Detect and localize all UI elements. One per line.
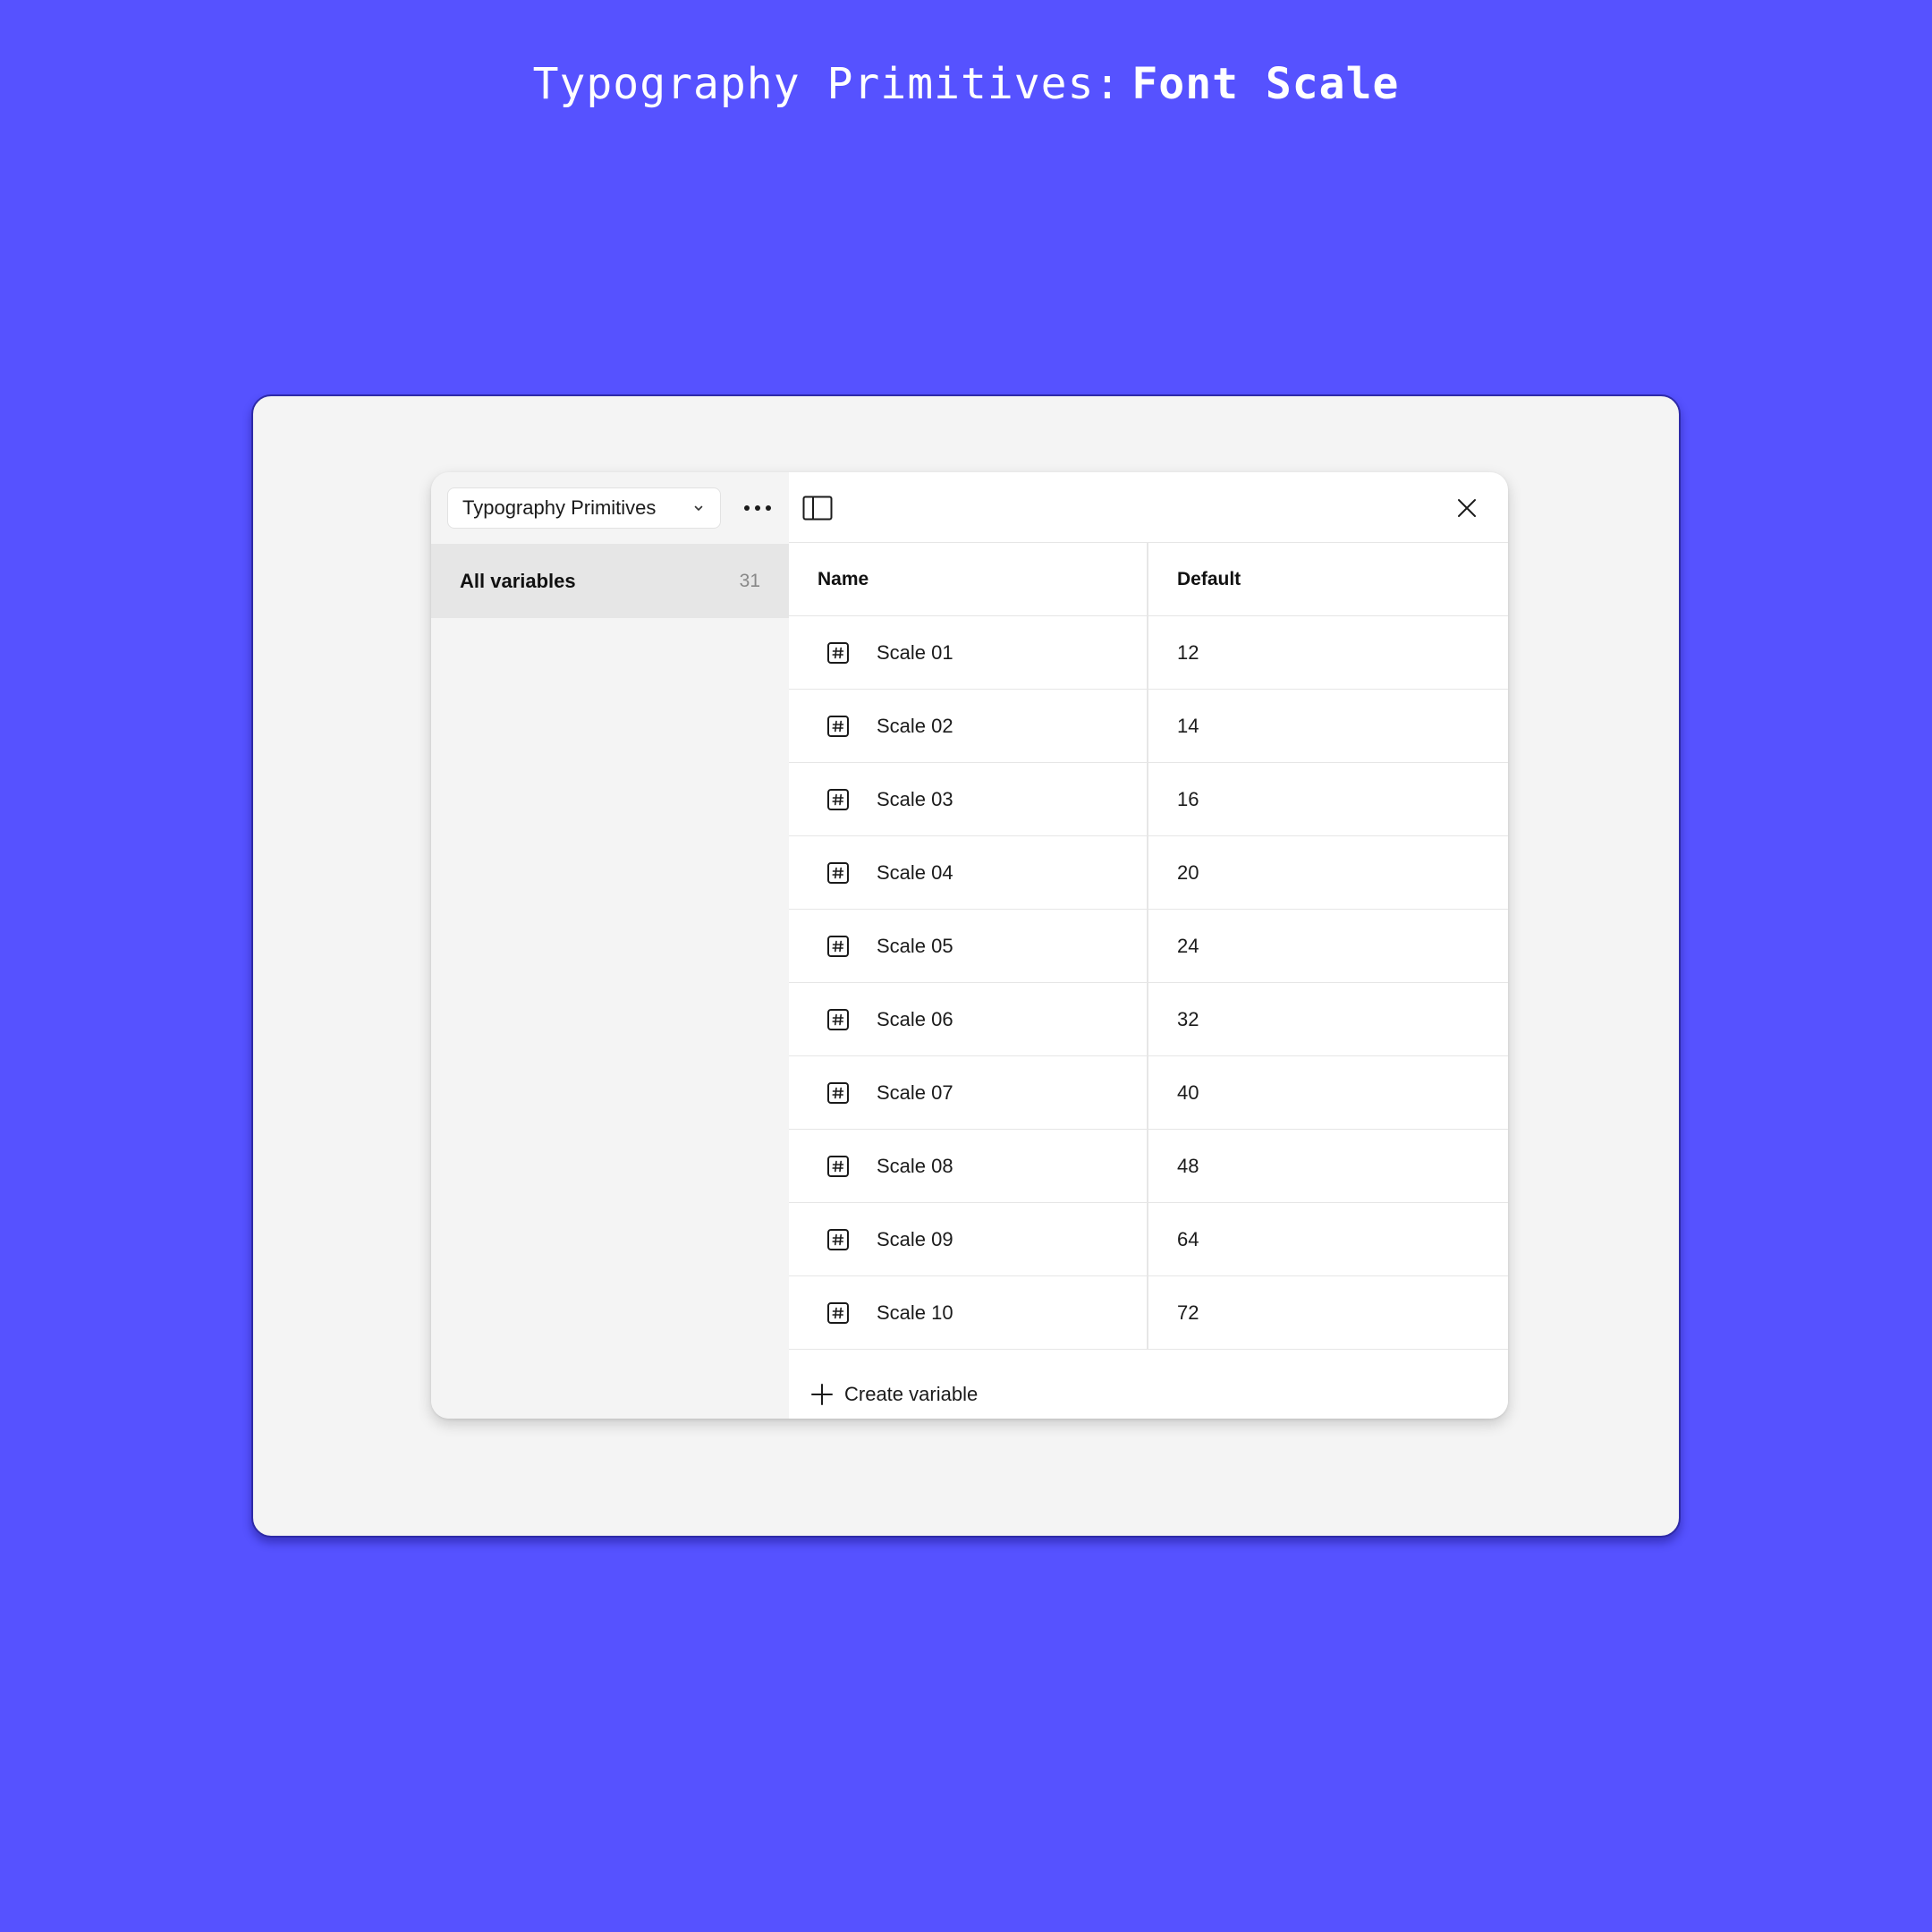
number-variable-icon bbox=[827, 935, 849, 957]
plus-icon bbox=[811, 1383, 833, 1405]
variable-name-cell[interactable]: Scale 05 bbox=[789, 910, 1148, 982]
variable-name-cell[interactable]: Scale 03 bbox=[789, 763, 1148, 835]
variable-value-cell[interactable]: 24 bbox=[1148, 910, 1508, 982]
variable-value-cell[interactable]: 40 bbox=[1148, 1056, 1508, 1129]
variables-panel: Typography Primitives All variables 31 N… bbox=[431, 472, 1508, 1419]
page-title: Typography Primitives: Font Scale bbox=[0, 59, 1932, 109]
number-variable-icon bbox=[827, 1301, 849, 1324]
more-horizontal-icon bbox=[744, 505, 771, 511]
create-variable-label: Create variable bbox=[844, 1382, 979, 1405]
number-variable-icon bbox=[827, 1008, 849, 1030]
table-row[interactable]: Scale 01 12 bbox=[789, 616, 1508, 690]
variable-name-cell[interactable]: Scale 09 bbox=[789, 1203, 1148, 1275]
collection-select[interactable]: Typography Primitives bbox=[447, 487, 721, 529]
number-variable-icon bbox=[827, 861, 849, 884]
variable-name: Scale 06 bbox=[877, 1007, 953, 1030]
create-variable-button[interactable]: Create variable bbox=[789, 1369, 1508, 1419]
table-row[interactable]: Scale 04 20 bbox=[789, 836, 1508, 910]
toolbar bbox=[789, 472, 1508, 543]
group-label: All variables bbox=[460, 569, 576, 592]
table-row[interactable]: Scale 06 32 bbox=[789, 983, 1508, 1056]
variable-value: 24 bbox=[1177, 934, 1199, 957]
close-button[interactable] bbox=[1451, 492, 1483, 524]
variable-name-cell[interactable]: Scale 01 bbox=[789, 616, 1148, 689]
variable-value: 72 bbox=[1177, 1301, 1199, 1324]
variable-name: Scale 03 bbox=[877, 787, 953, 810]
number-variable-icon bbox=[827, 1155, 849, 1177]
table-row[interactable]: Scale 05 24 bbox=[789, 910, 1508, 983]
variable-name: Scale 04 bbox=[877, 860, 953, 884]
variable-name-cell[interactable]: Scale 02 bbox=[789, 690, 1148, 762]
sidebar-panel-icon bbox=[802, 496, 833, 521]
variable-name-cell[interactable]: Scale 10 bbox=[789, 1276, 1148, 1349]
variable-value-cell[interactable]: 32 bbox=[1148, 983, 1508, 1055]
variables-table: Name Default Scale 01 12 Scale 02 14 Sca… bbox=[789, 543, 1508, 1350]
variable-value-cell[interactable]: 48 bbox=[1148, 1130, 1508, 1202]
collection-select-label: Typography Primitives bbox=[462, 496, 657, 519]
number-variable-icon bbox=[827, 1081, 849, 1104]
variable-name: Scale 02 bbox=[877, 714, 953, 737]
page-title-scale: Font Scale bbox=[1131, 59, 1400, 109]
more-options-button[interactable] bbox=[740, 490, 775, 526]
sidebar-item-all-variables[interactable]: All variables 31 bbox=[431, 544, 789, 618]
column-header-default[interactable]: Default bbox=[1148, 543, 1508, 615]
table-row[interactable]: Scale 03 16 bbox=[789, 763, 1508, 836]
variable-value: 40 bbox=[1177, 1080, 1199, 1104]
number-variable-icon bbox=[827, 1228, 849, 1250]
variable-name: Scale 05 bbox=[877, 934, 953, 957]
page-title-separator: : bbox=[1094, 59, 1122, 109]
variable-value: 64 bbox=[1177, 1227, 1199, 1250]
variable-value: 16 bbox=[1177, 787, 1199, 810]
variable-value-cell[interactable]: 14 bbox=[1148, 690, 1508, 762]
number-variable-icon bbox=[827, 641, 849, 664]
variable-name: Scale 08 bbox=[877, 1154, 953, 1177]
variable-value-cell[interactable]: 72 bbox=[1148, 1276, 1508, 1349]
variable-value: 12 bbox=[1177, 640, 1199, 664]
variable-value: 14 bbox=[1177, 714, 1199, 737]
variable-name-cell[interactable]: Scale 08 bbox=[789, 1130, 1148, 1202]
chevron-down-icon bbox=[694, 505, 703, 511]
variable-value-cell[interactable]: 64 bbox=[1148, 1203, 1508, 1275]
collections-sidebar: Typography Primitives All variables 31 bbox=[431, 472, 789, 1419]
variables-main: Name Default Scale 01 12 Scale 02 14 Sca… bbox=[789, 472, 1508, 1419]
variable-value: 32 bbox=[1177, 1007, 1199, 1030]
table-header: Name Default bbox=[789, 543, 1508, 616]
group-count: 31 bbox=[739, 570, 760, 591]
variable-name: Scale 07 bbox=[877, 1080, 953, 1104]
page-title-collection: Typography Primitives bbox=[532, 59, 1095, 109]
close-icon bbox=[1458, 499, 1476, 517]
table-row[interactable]: Scale 10 72 bbox=[789, 1276, 1508, 1350]
table-row[interactable]: Scale 02 14 bbox=[789, 690, 1508, 763]
table-row[interactable]: Scale 07 40 bbox=[789, 1056, 1508, 1130]
variable-name-cell[interactable]: Scale 06 bbox=[789, 983, 1148, 1055]
number-variable-icon bbox=[827, 788, 849, 810]
table-row[interactable]: Scale 08 48 bbox=[789, 1130, 1508, 1203]
toggle-sidebar-button[interactable] bbox=[801, 492, 834, 524]
table-row[interactable]: Scale 09 64 bbox=[789, 1203, 1508, 1276]
variable-name-cell[interactable]: Scale 07 bbox=[789, 1056, 1148, 1129]
number-variable-icon bbox=[827, 715, 849, 737]
variable-value: 20 bbox=[1177, 860, 1199, 884]
variable-value-cell[interactable]: 16 bbox=[1148, 763, 1508, 835]
variable-name-cell[interactable]: Scale 04 bbox=[789, 836, 1148, 909]
variable-name: Scale 09 bbox=[877, 1227, 953, 1250]
variable-name: Scale 01 bbox=[877, 640, 953, 664]
column-header-name[interactable]: Name bbox=[789, 543, 1148, 615]
variable-value-cell[interactable]: 20 bbox=[1148, 836, 1508, 909]
variable-value: 48 bbox=[1177, 1154, 1199, 1177]
variable-value-cell[interactable]: 12 bbox=[1148, 616, 1508, 689]
variable-name: Scale 10 bbox=[877, 1301, 953, 1324]
